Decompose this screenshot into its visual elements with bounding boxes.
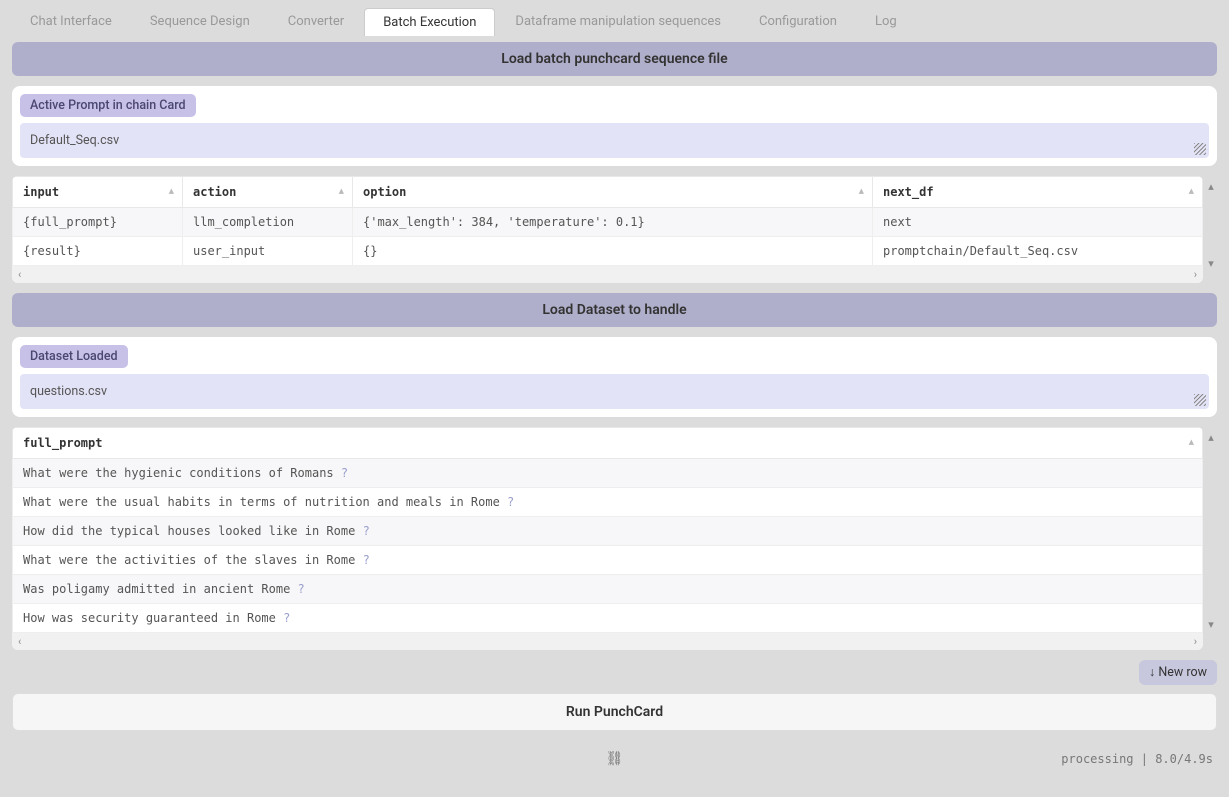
table-row[interactable]: What were the usual habits in terms of n… bbox=[13, 488, 1203, 517]
cell-full-prompt[interactable]: What were the usual habits in terms of n… bbox=[13, 488, 1203, 517]
table-row[interactable]: Was poligamy admitted in ancient Rome ? bbox=[13, 575, 1203, 604]
sequence-file-field[interactable]: Default_Seq.csv bbox=[20, 123, 1209, 158]
footer: ⛓ processing | 8.0/4.9s bbox=[12, 747, 1217, 771]
dataset-table-container: full_prompt▲ What were the hygienic cond… bbox=[12, 427, 1203, 650]
dataset-badge: Dataset Loaded bbox=[20, 345, 128, 368]
h-scrollbar[interactable]: ‹ › bbox=[12, 633, 1203, 650]
cell-action[interactable]: llm_completion bbox=[183, 208, 353, 237]
scroll-left-icon[interactable]: ‹ bbox=[18, 268, 21, 281]
dataset-file-value: questions.csv bbox=[30, 384, 107, 399]
dataset-file-field[interactable]: questions.csv bbox=[20, 374, 1209, 409]
v-scrollbar[interactable]: ▴ ▾ bbox=[1205, 180, 1217, 270]
sequence-table: input▲ action▲ option▲ next_df▲ {full_pr… bbox=[12, 176, 1203, 266]
col-full-prompt[interactable]: full_prompt▲ bbox=[13, 428, 1203, 459]
dataset-table: full_prompt▲ What were the hygienic cond… bbox=[12, 427, 1203, 633]
app-root: Chat InterfaceSequence DesignConverterBa… bbox=[0, 0, 1229, 779]
col-option[interactable]: option▲ bbox=[353, 177, 873, 208]
sequence-file-value: Default_Seq.csv bbox=[30, 133, 119, 148]
logo-icon: ⛓ bbox=[606, 751, 624, 767]
cell-next_df[interactable]: next bbox=[873, 208, 1203, 237]
tab-dataframe-manipulation-sequences[interactable]: Dataframe manipulation sequences bbox=[497, 8, 739, 36]
main-area: Load batch punchcard sequence file Activ… bbox=[12, 42, 1217, 771]
active-prompt-badge: Active Prompt in chain Card bbox=[20, 94, 196, 117]
resize-handle-icon[interactable] bbox=[1194, 143, 1206, 155]
cell-input[interactable]: {full_prompt} bbox=[13, 208, 183, 237]
col-input[interactable]: input▲ bbox=[13, 177, 183, 208]
tab-configuration[interactable]: Configuration bbox=[741, 8, 855, 36]
col-next-df[interactable]: next_df▲ bbox=[873, 177, 1203, 208]
dataset-panel: Dataset Loaded questions.csv bbox=[12, 337, 1217, 417]
load-dataset-button[interactable]: Load Dataset to handle bbox=[12, 293, 1217, 327]
cell-full-prompt[interactable]: How was security guaranteed in Rome ? bbox=[13, 604, 1203, 633]
new-row-button[interactable]: ↓ New row bbox=[1139, 660, 1217, 685]
new-row-container: ↓ New row bbox=[12, 660, 1217, 685]
scroll-up-icon[interactable]: ▴ bbox=[1208, 431, 1214, 444]
scroll-down-icon[interactable]: ▾ bbox=[1208, 618, 1214, 631]
h-scrollbar[interactable]: ‹ › bbox=[12, 266, 1203, 283]
table-row[interactable]: How did the typical houses looked like i… bbox=[13, 517, 1203, 546]
scroll-left-icon[interactable]: ‹ bbox=[18, 635, 21, 648]
cell-input[interactable]: {result} bbox=[13, 237, 183, 266]
tab-batch-execution[interactable]: Batch Execution bbox=[364, 8, 495, 36]
cell-option[interactable]: {} bbox=[353, 237, 873, 266]
scroll-right-icon[interactable]: › bbox=[1194, 635, 1197, 648]
sort-icon[interactable]: ▲ bbox=[859, 188, 864, 197]
table-row[interactable]: How was security guaranteed in Rome ? bbox=[13, 604, 1203, 633]
col-action[interactable]: action▲ bbox=[183, 177, 353, 208]
cell-option[interactable]: {'max_length': 384, 'temperature': 0.1} bbox=[353, 208, 873, 237]
tab-sequence-design[interactable]: Sequence Design bbox=[132, 8, 268, 36]
cell-full-prompt[interactable]: How did the typical houses looked like i… bbox=[13, 517, 1203, 546]
sort-icon[interactable]: ▲ bbox=[339, 188, 344, 197]
table-row[interactable]: {full_prompt}llm_completion{'max_length'… bbox=[13, 208, 1203, 237]
sort-icon[interactable]: ▲ bbox=[1189, 188, 1194, 197]
tab-bar: Chat InterfaceSequence DesignConverterBa… bbox=[12, 8, 1217, 36]
v-scrollbar[interactable]: ▴ ▾ bbox=[1205, 431, 1217, 631]
table-row[interactable]: {result}user_input{}promptchain/Default_… bbox=[13, 237, 1203, 266]
cell-full-prompt[interactable]: What were the hygienic conditions of Rom… bbox=[13, 459, 1203, 488]
sequence-table-container: input▲ action▲ option▲ next_df▲ {full_pr… bbox=[12, 176, 1203, 283]
active-prompt-panel: Active Prompt in chain Card Default_Seq.… bbox=[12, 86, 1217, 166]
load-sequence-button[interactable]: Load batch punchcard sequence file bbox=[12, 42, 1217, 76]
tab-log[interactable]: Log bbox=[857, 8, 915, 36]
scroll-right-icon[interactable]: › bbox=[1194, 268, 1197, 281]
sort-icon[interactable]: ▲ bbox=[169, 188, 174, 197]
resize-handle-icon[interactable] bbox=[1194, 394, 1206, 406]
run-punchcard-button[interactable]: Run PunchCard bbox=[12, 693, 1217, 731]
tab-chat-interface[interactable]: Chat Interface bbox=[12, 8, 130, 36]
table-row[interactable]: What were the hygienic conditions of Rom… bbox=[13, 459, 1203, 488]
tab-converter[interactable]: Converter bbox=[270, 8, 362, 36]
scroll-up-icon[interactable]: ▴ bbox=[1208, 180, 1214, 193]
sort-icon[interactable]: ▲ bbox=[1189, 439, 1194, 448]
status-text: processing | 8.0/4.9s bbox=[1061, 752, 1213, 766]
cell-next_df[interactable]: promptchain/Default_Seq.csv bbox=[873, 237, 1203, 266]
cell-full-prompt[interactable]: What were the activities of the slaves i… bbox=[13, 546, 1203, 575]
cell-action[interactable]: user_input bbox=[183, 237, 353, 266]
cell-full-prompt[interactable]: Was poligamy admitted in ancient Rome ? bbox=[13, 575, 1203, 604]
table-row[interactable]: What were the activities of the slaves i… bbox=[13, 546, 1203, 575]
scroll-down-icon[interactable]: ▾ bbox=[1208, 257, 1214, 270]
